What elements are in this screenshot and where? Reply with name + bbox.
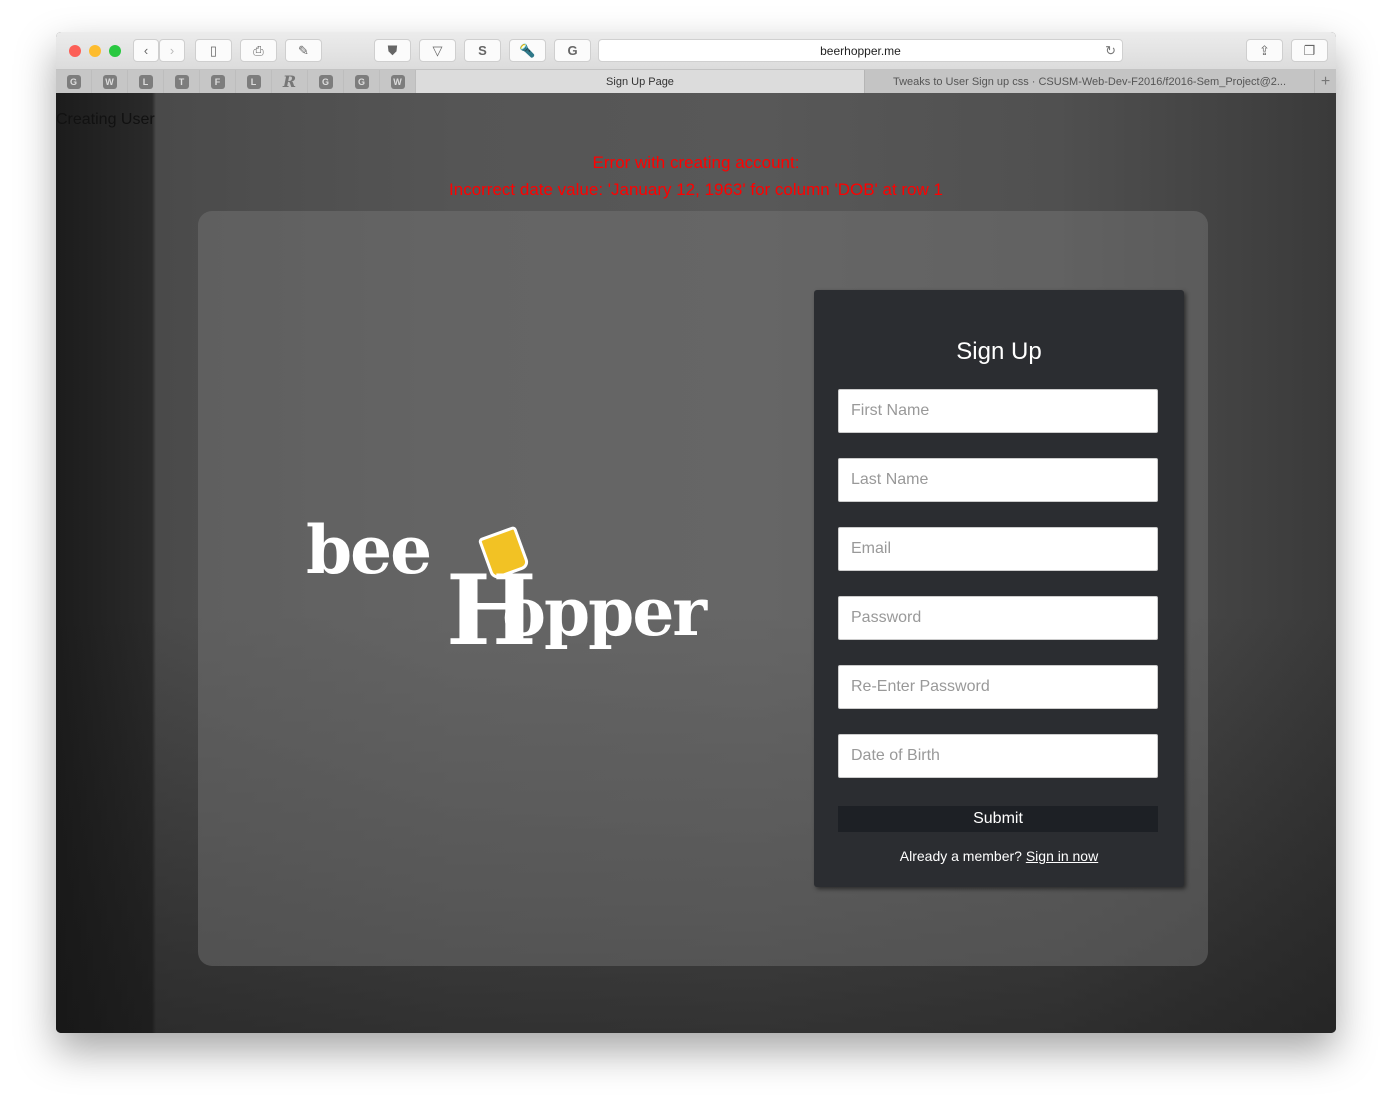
last-name-input[interactable] <box>838 458 1158 502</box>
member-text: Already a member? <box>899 848 1022 864</box>
favorite-item[interactable]: L <box>236 70 272 93</box>
print-button[interactable]: ⎙ <box>240 39 277 62</box>
browser-window: ‹ › ▯ ⎙ ✎ ⛊ ▽ S 🔦 G beerhopper.me ↻ ⇪ ❐ G… <box>56 32 1336 1033</box>
tab-sign-up-page[interactable]: Sign Up Page <box>416 70 864 93</box>
favorite-item[interactable]: W <box>380 70 416 93</box>
favorite-item[interactable]: L <box>128 70 164 93</box>
chevron-left-icon: ‹ <box>143 43 149 58</box>
sign-in-link[interactable]: Sign in now <box>1026 848 1098 864</box>
browser-toolbar: ‹ › ▯ ⎙ ✎ ⛊ ▽ S 🔦 G beerhopper.me ↻ ⇪ ❐ <box>56 32 1336 69</box>
logo-text: opper <box>502 573 707 651</box>
favorite-item[interactable]: G <box>344 70 380 93</box>
extension-s-button[interactable]: S <box>464 39 501 62</box>
beerhopper-logo: bee H opper <box>306 511 736 659</box>
email-input[interactable] <box>838 527 1158 571</box>
zoom-window-button[interactable] <box>109 45 121 57</box>
wiper-icon: ▽ <box>432 42 443 58</box>
share-button[interactable]: ⇪ <box>1246 39 1283 62</box>
minimize-window-button[interactable] <box>89 45 101 57</box>
first-name-input[interactable] <box>838 389 1158 433</box>
new-tab-button[interactable]: + <box>1314 70 1336 93</box>
address-bar[interactable]: beerhopper.me ↻ <box>598 39 1123 62</box>
error-title: Error with creating account: <box>592 153 800 172</box>
favorite-label: L <box>246 74 261 89</box>
tabs-overview-button[interactable]: ❐ <box>1291 39 1328 62</box>
extension-wiper-button[interactable]: ▽ <box>419 39 456 62</box>
favorite-label: F <box>210 74 225 89</box>
notes-button[interactable]: ✎ <box>285 39 322 62</box>
signup-panel: bee H opper Sign Up Submit Already a mem… <box>198 211 1208 966</box>
favorite-label: G <box>66 74 81 89</box>
favorite-label: W <box>390 74 405 89</box>
favorite-item[interactable]: F <box>200 70 236 93</box>
favorite-label: T <box>174 74 189 89</box>
close-window-button[interactable] <box>69 45 81 57</box>
forward-button[interactable]: › <box>159 39 185 62</box>
extension-flashlight-button[interactable]: 🔦 <box>509 39 546 62</box>
tab-label: Tweaks to User Sign up css · CSUSM-Web-D… <box>892 75 1287 88</box>
favorite-label: L <box>138 74 153 89</box>
tab-github-commit[interactable]: Tweaks to User Sign up css · CSUSM-Web-D… <box>864 70 1314 93</box>
favorite-item[interactable]: G <box>56 70 92 93</box>
chevron-right-icon: › <box>169 43 175 58</box>
printer-icon: ⎙ <box>253 42 264 58</box>
favorite-label: G <box>354 74 369 89</box>
form-title: Sign Up <box>956 338 1042 365</box>
favorite-item[interactable]: R <box>272 70 308 93</box>
reload-icon[interactable]: ↻ <box>1105 43 1116 59</box>
favorite-item[interactable]: G <box>308 70 344 93</box>
flashlight-icon: 🔦 <box>519 42 536 58</box>
tab-label: Sign Up Page <box>606 75 674 88</box>
signup-form: Sign Up Submit Already a member? Sign in… <box>814 290 1184 887</box>
favorite-item[interactable]: W <box>92 70 128 93</box>
favorite-item[interactable]: T <box>164 70 200 93</box>
page-content: Creating User Error with creating accoun… <box>56 93 1336 1033</box>
status-text: Creating User <box>56 111 155 128</box>
plus-icon: + <box>1320 72 1331 90</box>
share-icon: ⇪ <box>1259 42 1270 58</box>
url-text: beerhopper.me <box>820 43 901 58</box>
member-prompt: Already a member? Sign in now <box>814 848 1184 864</box>
grammarly-icon: G <box>567 43 578 58</box>
favorite-label: R <box>282 71 297 91</box>
password-input[interactable] <box>838 596 1158 640</box>
sidebar-button[interactable]: ▯ <box>195 39 232 62</box>
tabs-icon: ❐ <box>1303 42 1316 58</box>
extension-shield-button[interactable]: ⛊ <box>374 39 411 62</box>
pencil-icon: ✎ <box>298 42 309 58</box>
s-icon: S <box>478 43 487 58</box>
favorite-label: G <box>318 74 333 89</box>
favorite-label: W <box>102 74 117 89</box>
reenter-password-input[interactable] <box>838 665 1158 709</box>
logo-text: bee <box>306 511 432 589</box>
sidebar-icon: ▯ <box>209 42 218 58</box>
back-button[interactable]: ‹ <box>133 39 159 62</box>
shield-icon: ⛊ <box>387 42 398 58</box>
submit-button[interactable]: Submit <box>838 806 1158 832</box>
dob-input[interactable] <box>838 734 1158 778</box>
error-detail: Incorrect date value: 'January 12, 1963'… <box>449 180 943 199</box>
tab-bar: G W L T F L R G G W Sign Up Page Tweaks … <box>56 69 1336 93</box>
extension-grammarly-button[interactable]: G <box>554 39 591 62</box>
